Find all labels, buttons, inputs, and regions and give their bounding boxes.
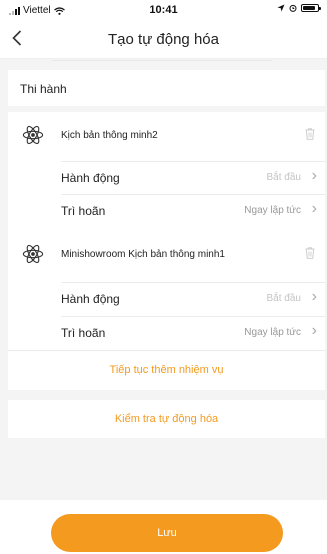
trash-icon[interactable] xyxy=(305,128,315,140)
delay-label: Trì hoãn xyxy=(61,326,106,340)
save-button[interactable]: Lưu xyxy=(51,514,283,552)
nav-shadow-line xyxy=(52,60,272,61)
delay-value: Ngay lập tức xyxy=(244,327,301,338)
check-automation-button[interactable]: Kiểm tra tự động hóa xyxy=(8,400,325,438)
battery-icon xyxy=(301,4,321,12)
delay-row[interactable]: Trì hoãn Ngay lập tức › xyxy=(61,194,325,226)
alarm-icon xyxy=(289,4,297,12)
scene-name: Minishowroom Kịch bản thông minh1 xyxy=(61,249,225,260)
status-right xyxy=(277,4,321,12)
chevron-right-icon: › xyxy=(311,200,317,217)
chevron-right-icon: › xyxy=(311,167,317,184)
scene-name: Kịch bản thông minh2 xyxy=(61,130,158,141)
chevron-right-icon: › xyxy=(311,288,317,305)
action-value: Bắt đầu xyxy=(266,293,301,304)
action-label: Hành động xyxy=(61,171,120,185)
scene-item[interactable]: Kịch bản thông minh2 xyxy=(8,118,325,156)
action-value: Bắt đầu xyxy=(266,172,301,183)
add-task-button[interactable]: Tiếp tục thêm nhiệm vụ xyxy=(8,352,325,388)
delay-row[interactable]: Trì hoãn Ngay lập tức › xyxy=(61,316,325,348)
atom-icon xyxy=(22,125,44,145)
nav-bar: Tạo tự động hóa xyxy=(0,22,327,58)
location-arrow-icon xyxy=(277,4,285,12)
status-bar: Viettel 10:41 xyxy=(0,0,327,22)
delay-label: Trì hoãn xyxy=(61,204,106,218)
section-title: Thi hành xyxy=(20,82,67,96)
action-row[interactable]: Hành động Bắt đầu › xyxy=(61,282,325,314)
action-row[interactable]: Hành động Bắt đầu › xyxy=(61,161,325,193)
section-separator xyxy=(8,106,325,112)
execute-card: Thi hành Kịch bản thông minh2 Hành động … xyxy=(8,70,325,390)
page-title: Tạo tự động hóa xyxy=(108,31,219,48)
delay-value: Ngay lập tức xyxy=(244,205,301,216)
trash-icon[interactable] xyxy=(305,247,315,259)
scene-item[interactable]: Minishowroom Kịch bản thông minh1 xyxy=(8,237,325,275)
atom-icon xyxy=(22,244,44,264)
action-label: Hành động xyxy=(61,292,120,306)
chevron-right-icon: › xyxy=(311,322,317,339)
divider xyxy=(8,350,325,351)
nav-divider xyxy=(0,58,327,59)
